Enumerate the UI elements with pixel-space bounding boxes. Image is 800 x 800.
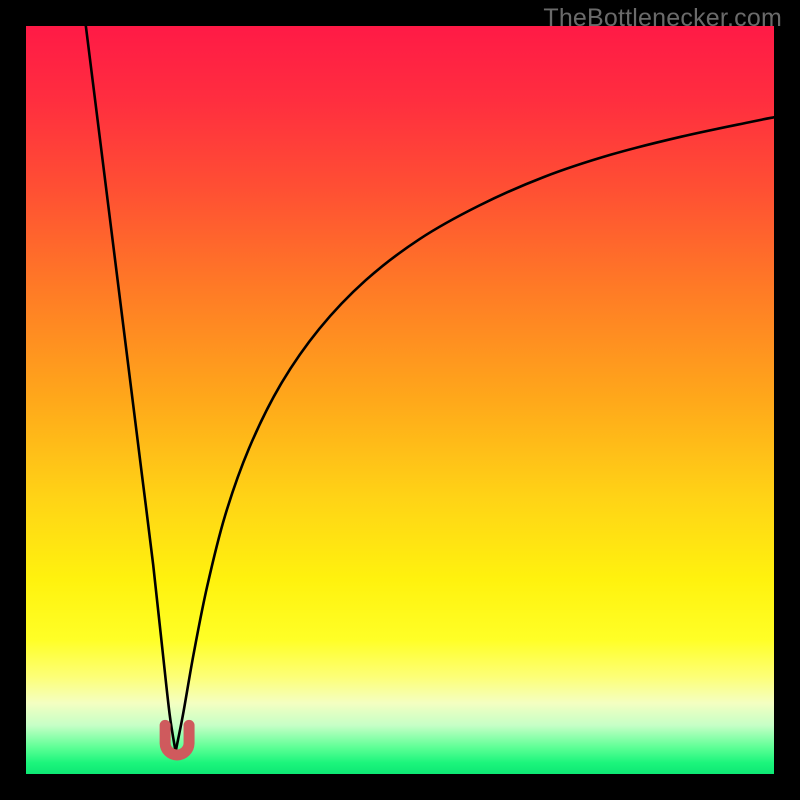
- plot-area: [26, 26, 774, 774]
- curve-left-branch: [86, 26, 176, 752]
- watermark-text: TheBottlenecker.com: [543, 4, 782, 33]
- chart-frame: TheBottlenecker.com: [0, 0, 800, 800]
- curves-layer: [26, 26, 774, 774]
- curve-right-branch: [176, 117, 774, 751]
